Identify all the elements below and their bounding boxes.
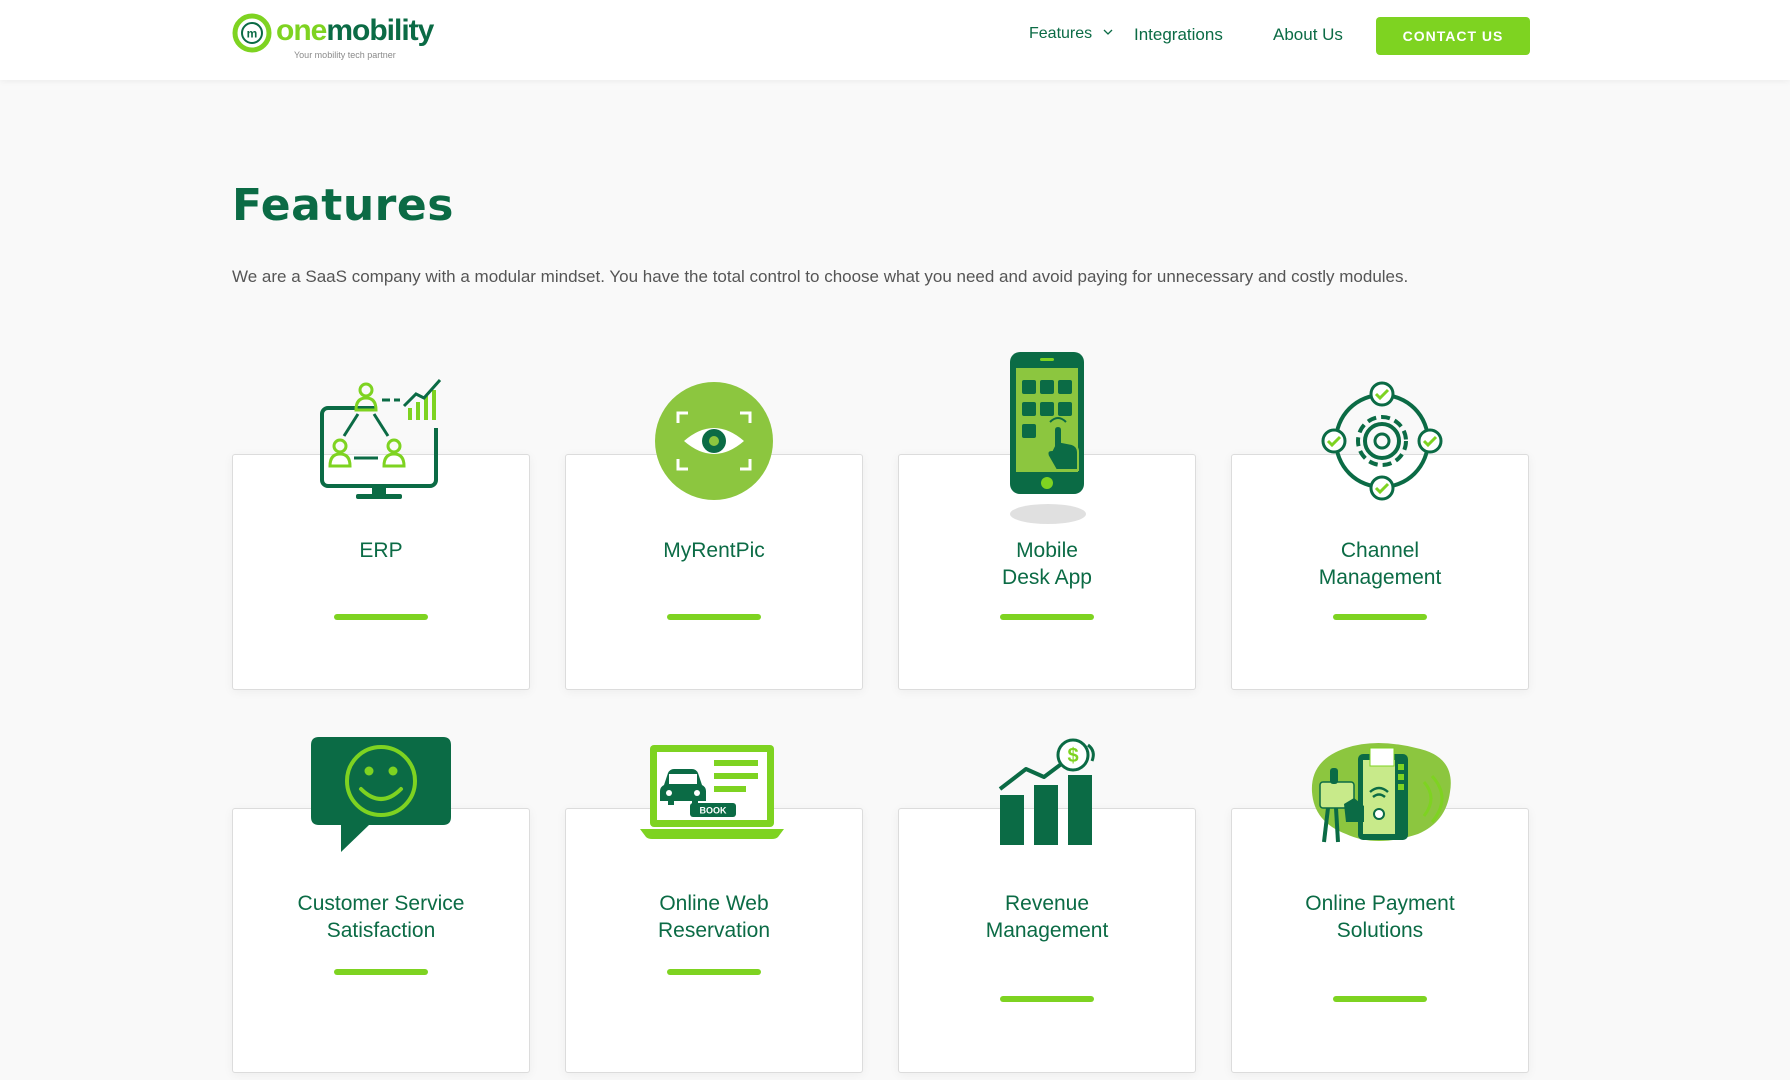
feature-underline bbox=[1000, 996, 1094, 1002]
svg-text:BOOK: BOOK bbox=[700, 806, 728, 816]
page-title: Features bbox=[232, 180, 454, 231]
feature-card-online-web-reservation[interactable]: Online Web Reservation bbox=[565, 808, 863, 1073]
contact-us-button[interactable]: CONTACT US bbox=[1376, 17, 1530, 55]
smiley-chat-icon bbox=[311, 737, 451, 852]
nav-about-link[interactable]: About Us bbox=[1273, 25, 1343, 45]
erp-network-icon bbox=[320, 379, 446, 499]
feature-title: Online Payment Solutions bbox=[1305, 892, 1455, 942]
mobile-phone-icon bbox=[1010, 352, 1086, 524]
feature-title: ERP bbox=[359, 539, 403, 562]
feature-underline bbox=[667, 969, 761, 975]
feature-underline bbox=[334, 614, 428, 620]
feature-underline bbox=[334, 969, 428, 975]
feature-title: MyRentPic bbox=[663, 539, 765, 562]
feature-underline bbox=[1333, 614, 1427, 620]
intro-paragraph: We are a SaaS company with a modular min… bbox=[232, 267, 1409, 286]
feature-card-revenue-management[interactable]: Revenue Management bbox=[898, 808, 1196, 1073]
eye-scan-icon bbox=[655, 382, 773, 500]
revenue-chart-icon: $ bbox=[998, 738, 1095, 845]
feature-underline bbox=[1333, 996, 1427, 1002]
feature-underline bbox=[1000, 614, 1094, 620]
feature-title: Mobile Desk App bbox=[1002, 539, 1092, 589]
feature-title: Channel Management bbox=[1318, 539, 1442, 589]
feature-title: Online Web Reservation bbox=[657, 892, 771, 942]
site-header: m onemobility Your mobility tech partner… bbox=[0, 0, 1790, 80]
laptop-book-icon: BOOK bbox=[640, 745, 784, 839]
logo-mark-icon: m bbox=[232, 13, 272, 53]
nav-features-link[interactable]: Features bbox=[1029, 25, 1092, 43]
chevron-down-icon[interactable] bbox=[1103, 28, 1113, 36]
feature-underline bbox=[667, 614, 761, 620]
logo-tagline: Your mobility tech partner bbox=[294, 50, 396, 60]
nav-integrations-link[interactable]: Integrations bbox=[1134, 25, 1223, 45]
feature-title: Customer Service Satisfaction bbox=[297, 892, 465, 942]
payment-terminal-icon bbox=[1311, 743, 1451, 843]
logo-wordmark: onemobility bbox=[276, 14, 434, 47]
feature-title: Revenue Management bbox=[985, 892, 1109, 942]
gear-channel-icon bbox=[1321, 381, 1443, 501]
onemobility-logo[interactable]: m onemobility Your mobility tech partner bbox=[232, 12, 434, 62]
svg-text:$: $ bbox=[1067, 745, 1078, 767]
svg-text:m: m bbox=[247, 27, 258, 41]
